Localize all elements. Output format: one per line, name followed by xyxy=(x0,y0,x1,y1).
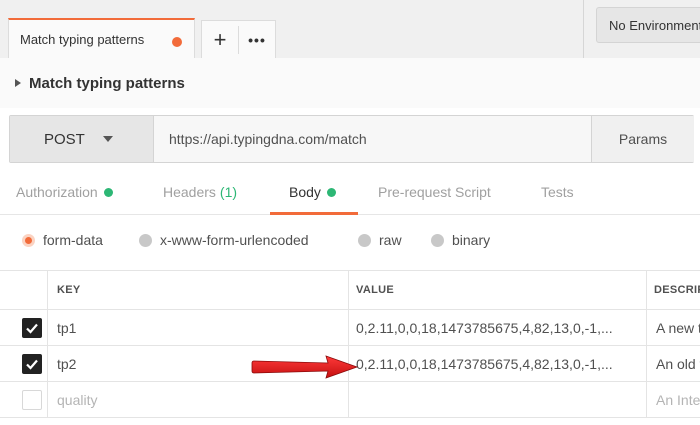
status-dot-icon xyxy=(103,187,113,197)
radio-urlencoded[interactable]: x-www-form-urlencoded xyxy=(139,232,309,248)
body-type-options: form-data x-www-form-urlencoded raw bina… xyxy=(0,224,700,258)
caret-right-icon xyxy=(15,79,21,87)
column-divider xyxy=(646,310,647,345)
request-tab-label: Match typing patterns xyxy=(20,31,145,47)
table-header-row: KEY VALUE DESCRIPTION xyxy=(0,270,700,310)
radio-form-data[interactable]: form-data xyxy=(22,232,103,248)
value-input[interactable] xyxy=(356,382,641,417)
request-tab[interactable]: Match typing patterns xyxy=(8,18,195,58)
column-divider xyxy=(348,271,349,309)
value-input[interactable]: 0,2.11,0,0,18,1473785675,4,82,13,0,-1,..… xyxy=(356,310,641,345)
column-divider xyxy=(348,310,349,345)
tab-strip: Match typing patterns + ••• No Environme… xyxy=(0,0,700,58)
column-divider xyxy=(47,346,48,381)
tab-body[interactable]: Body xyxy=(289,170,336,214)
column-divider xyxy=(47,271,48,309)
column-divider xyxy=(646,271,647,309)
radio-raw[interactable]: raw xyxy=(358,232,402,248)
radio-form-data-label: form-data xyxy=(43,232,103,248)
tab-authorization-label: Authorization xyxy=(16,184,98,200)
radio-binary-label: binary xyxy=(452,232,491,248)
radio-binary[interactable]: binary xyxy=(431,232,490,248)
column-header-key: KEY xyxy=(57,284,81,296)
radio-unselected-icon xyxy=(431,233,444,247)
tab-actions: + ••• xyxy=(201,20,276,58)
row-checkbox[interactable] xyxy=(22,390,42,410)
request-name: Match typing patterns xyxy=(29,74,185,92)
radio-unselected-icon xyxy=(358,233,371,247)
column-divider xyxy=(47,310,48,345)
table-row: quality An Integer xyxy=(0,382,700,418)
more-tabs-button[interactable]: ••• xyxy=(239,32,275,48)
tab-authorization[interactable]: Authorization xyxy=(16,170,113,214)
method-label: POST xyxy=(44,130,85,148)
description-input[interactable]: An Integer xyxy=(656,382,700,417)
column-divider xyxy=(47,382,48,417)
tab-headers-label: Headers xyxy=(163,184,216,200)
method-select[interactable]: POST xyxy=(10,116,154,162)
description-input[interactable]: An old typing pattern xyxy=(656,346,700,381)
column-divider xyxy=(646,382,647,417)
tab-prerequest-label: Pre-request Script xyxy=(378,184,491,200)
tab-headers[interactable]: Headers (1) xyxy=(163,170,237,214)
checkmark-icon xyxy=(26,359,38,370)
row-checkbox[interactable] xyxy=(22,318,42,338)
status-dot-icon xyxy=(326,187,336,197)
params-button[interactable]: Params xyxy=(591,116,694,162)
checkmark-icon xyxy=(26,323,38,334)
url-bar: POST Params xyxy=(9,115,694,163)
chevron-down-icon xyxy=(102,136,113,142)
table-row: tp1 0,2.11,0,0,18,1473785675,4,82,13,0,-… xyxy=(0,310,700,346)
key-input[interactable]: tp1 xyxy=(57,310,342,345)
column-divider xyxy=(646,346,647,381)
request-name-header[interactable]: Match typing patterns xyxy=(0,58,700,108)
row-checkbox[interactable] xyxy=(22,354,42,374)
form-data-table: KEY VALUE DESCRIPTION tp1 0,2.11,0,0,18,… xyxy=(0,270,700,425)
environment-divider xyxy=(583,0,584,58)
unsaved-dot-icon xyxy=(172,37,182,47)
tab-prerequest-script[interactable]: Pre-request Script xyxy=(378,170,491,214)
environment-select[interactable]: No Environment xyxy=(596,7,700,43)
column-divider xyxy=(348,382,349,417)
radio-raw-label: raw xyxy=(379,232,402,248)
red-arrow-icon xyxy=(251,355,359,379)
new-tab-button[interactable]: + xyxy=(202,28,238,51)
radio-urlencoded-label: x-www-form-urlencoded xyxy=(160,232,309,248)
tab-tests-label: Tests xyxy=(541,184,574,200)
request-subtabs: Authorization Headers (1) Body Pre-reque… xyxy=(0,170,700,214)
radio-selected-icon xyxy=(22,233,35,247)
headers-count-badge: (1) xyxy=(219,184,238,200)
description-input[interactable]: A new typing pattern xyxy=(656,310,700,345)
column-header-description: DESCRIPTION xyxy=(654,284,700,296)
key-input[interactable]: quality xyxy=(57,382,342,417)
value-input[interactable]: 0,2.11,0,0,18,1473785675,4,82,13,0,-1,..… xyxy=(356,346,641,381)
tab-tests[interactable]: Tests xyxy=(541,170,574,214)
active-tab-indicator xyxy=(270,212,358,215)
url-input[interactable] xyxy=(155,116,591,162)
column-header-value: VALUE xyxy=(356,284,394,296)
tab-body-label: Body xyxy=(289,184,321,200)
radio-unselected-icon xyxy=(139,233,152,247)
